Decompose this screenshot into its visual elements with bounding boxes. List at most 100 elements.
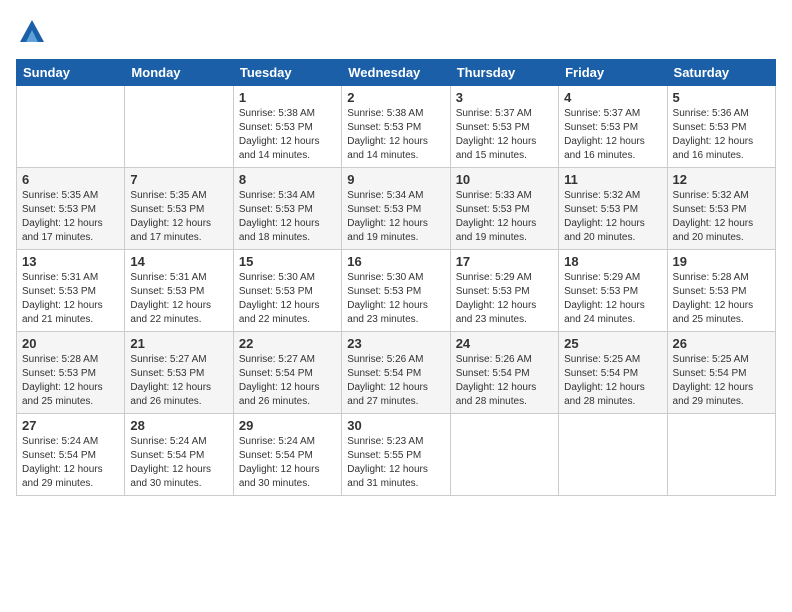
calendar-cell: 20 Sunrise: 5:28 AM Sunset: 5:53 PM Dayli… — [17, 332, 125, 414]
day-number: 21 — [130, 336, 227, 351]
weekday-header-saturday: Saturday — [667, 60, 775, 86]
calendar-week-row: 1 Sunrise: 5:38 AM Sunset: 5:53 PM Daylig… — [17, 86, 776, 168]
calendar-cell — [125, 86, 233, 168]
weekday-header-thursday: Thursday — [450, 60, 558, 86]
day-number: 29 — [239, 418, 336, 433]
day-info: Sunrise: 5:35 AM Sunset: 5:53 PM Dayligh… — [22, 189, 119, 245]
calendar-cell: 26 Sunrise: 5:25 AM Sunset: 5:54 PM Dayli… — [667, 332, 775, 414]
day-info: Sunrise: 5:31 AM Sunset: 5:53 PM Dayligh… — [22, 271, 119, 327]
day-info: Sunrise: 5:26 AM Sunset: 5:54 PM Dayligh… — [456, 353, 553, 409]
calendar-cell — [17, 86, 125, 168]
calendar-cell: 24 Sunrise: 5:26 AM Sunset: 5:54 PM Dayli… — [450, 332, 558, 414]
calendar-cell: 11 Sunrise: 5:32 AM Sunset: 5:53 PM Dayli… — [559, 168, 667, 250]
day-info: Sunrise: 5:27 AM Sunset: 5:54 PM Dayligh… — [239, 353, 336, 409]
calendar-cell: 27Sunrise: 5:24 AM Sunset: 5:54 PM Dayli… — [17, 414, 125, 496]
calendar-cell: 15Sunrise: 5:30 AM Sunset: 5:53 PM Dayli… — [233, 250, 341, 332]
day-number: 6 — [22, 172, 119, 187]
day-info: Sunrise: 5:37 AM Sunset: 5:53 PM Dayligh… — [564, 107, 661, 163]
logo — [16, 16, 46, 49]
weekday-header-wednesday: Wednesday — [342, 60, 450, 86]
logo-icon — [18, 16, 46, 44]
day-info: Sunrise: 5:25 AM Sunset: 5:54 PM Dayligh… — [673, 353, 770, 409]
day-number: 11 — [564, 172, 661, 187]
day-info: Sunrise: 5:23 AM Sunset: 5:55 PM Dayligh… — [347, 435, 444, 491]
calendar-header-row: SundayMondayTuesdayWednesdayThursdayFrid… — [17, 60, 776, 86]
day-info: Sunrise: 5:28 AM Sunset: 5:53 PM Dayligh… — [22, 353, 119, 409]
day-number: 10 — [456, 172, 553, 187]
day-number: 22 — [239, 336, 336, 351]
day-number: 2 — [347, 90, 444, 105]
calendar-week-row: 20 Sunrise: 5:28 AM Sunset: 5:53 PM Dayli… — [17, 332, 776, 414]
weekday-header-sunday: Sunday — [17, 60, 125, 86]
calendar-cell — [667, 414, 775, 496]
day-info: Sunrise: 5:34 AM Sunset: 5:53 PM Dayligh… — [239, 189, 336, 245]
day-number: 23 — [347, 336, 444, 351]
day-number: 14 — [130, 254, 227, 269]
day-number: 5 — [673, 90, 770, 105]
day-number: 15 — [239, 254, 336, 269]
calendar-cell: 7 Sunrise: 5:35 AM Sunset: 5:53 PM Daylig… — [125, 168, 233, 250]
day-info: Sunrise: 5:24 AM Sunset: 5:54 PM Dayligh… — [130, 435, 227, 491]
calendar-cell: 1 Sunrise: 5:38 AM Sunset: 5:53 PM Daylig… — [233, 86, 341, 168]
day-number: 19 — [673, 254, 770, 269]
day-number: 20 — [22, 336, 119, 351]
calendar-cell: 14 Sunrise: 5:31 AM Sunset: 5:53 PM Dayli… — [125, 250, 233, 332]
day-number: 8 — [239, 172, 336, 187]
calendar-cell: 3 Sunrise: 5:37 AM Sunset: 5:53 PM Daylig… — [450, 86, 558, 168]
calendar-cell — [559, 414, 667, 496]
calendar-cell: 4 Sunrise: 5:37 AM Sunset: 5:53 PM Daylig… — [559, 86, 667, 168]
calendar-cell: 23 Sunrise: 5:26 AM Sunset: 5:54 PM Dayli… — [342, 332, 450, 414]
day-number: 25 — [564, 336, 661, 351]
day-number: 30 — [347, 418, 444, 433]
calendar-cell: 2 Sunrise: 5:38 AM Sunset: 5:53 PM Daylig… — [342, 86, 450, 168]
day-number: 3 — [456, 90, 553, 105]
day-info: Sunrise: 5:33 AM Sunset: 5:53 PM Dayligh… — [456, 189, 553, 245]
calendar-cell: 6 Sunrise: 5:35 AM Sunset: 5:53 PM Daylig… — [17, 168, 125, 250]
day-info: Sunrise: 5:38 AM Sunset: 5:53 PM Dayligh… — [239, 107, 336, 163]
day-info: Sunrise: 5:26 AM Sunset: 5:54 PM Dayligh… — [347, 353, 444, 409]
day-info: Sunrise: 5:34 AM Sunset: 5:53 PM Dayligh… — [347, 189, 444, 245]
calendar-cell — [450, 414, 558, 496]
day-info: Sunrise: 5:29 AM Sunset: 5:53 PM Dayligh… — [456, 271, 553, 327]
calendar-cell: 10 Sunrise: 5:33 AM Sunset: 5:53 PM Dayli… — [450, 168, 558, 250]
calendar-cell: 12Sunrise: 5:32 AM Sunset: 5:53 PM Dayli… — [667, 168, 775, 250]
day-number: 16 — [347, 254, 444, 269]
calendar-cell: 22 Sunrise: 5:27 AM Sunset: 5:54 PM Dayli… — [233, 332, 341, 414]
calendar-cell: 30 Sunrise: 5:23 AM Sunset: 5:55 PM Dayli… — [342, 414, 450, 496]
calendar-cell: 16Sunrise: 5:30 AM Sunset: 5:53 PM Dayli… — [342, 250, 450, 332]
day-number: 24 — [456, 336, 553, 351]
day-info: Sunrise: 5:24 AM Sunset: 5:54 PM Dayligh… — [239, 435, 336, 491]
day-number: 1 — [239, 90, 336, 105]
calendar-cell: 21 Sunrise: 5:27 AM Sunset: 5:53 PM Dayli… — [125, 332, 233, 414]
calendar-cell: 5 Sunrise: 5:36 AM Sunset: 5:53 PM Daylig… — [667, 86, 775, 168]
calendar-cell: 19Sunrise: 5:28 AM Sunset: 5:53 PM Dayli… — [667, 250, 775, 332]
day-info: Sunrise: 5:25 AM Sunset: 5:54 PM Dayligh… — [564, 353, 661, 409]
calendar-table: SundayMondayTuesdayWednesdayThursdayFrid… — [16, 59, 776, 496]
calendar-cell: 13Sunrise: 5:31 AM Sunset: 5:53 PM Dayli… — [17, 250, 125, 332]
day-info: Sunrise: 5:29 AM Sunset: 5:53 PM Dayligh… — [564, 271, 661, 327]
day-number: 28 — [130, 418, 227, 433]
day-info: Sunrise: 5:37 AM Sunset: 5:53 PM Dayligh… — [456, 107, 553, 163]
day-info: Sunrise: 5:35 AM Sunset: 5:53 PM Dayligh… — [130, 189, 227, 245]
day-number: 18 — [564, 254, 661, 269]
logo-text — [16, 16, 46, 49]
day-info: Sunrise: 5:24 AM Sunset: 5:54 PM Dayligh… — [22, 435, 119, 491]
calendar-cell: 25 Sunrise: 5:25 AM Sunset: 5:54 PM Dayli… — [559, 332, 667, 414]
calendar-cell: 29 Sunrise: 5:24 AM Sunset: 5:54 PM Dayli… — [233, 414, 341, 496]
calendar-cell: 18 Sunrise: 5:29 AM Sunset: 5:53 PM Dayli… — [559, 250, 667, 332]
day-number: 9 — [347, 172, 444, 187]
calendar-cell: 17 Sunrise: 5:29 AM Sunset: 5:53 PM Dayli… — [450, 250, 558, 332]
day-info: Sunrise: 5:38 AM Sunset: 5:53 PM Dayligh… — [347, 107, 444, 163]
day-number: 17 — [456, 254, 553, 269]
day-info: Sunrise: 5:27 AM Sunset: 5:53 PM Dayligh… — [130, 353, 227, 409]
calendar-cell: 28 Sunrise: 5:24 AM Sunset: 5:54 PM Dayli… — [125, 414, 233, 496]
weekday-header-monday: Monday — [125, 60, 233, 86]
day-number: 7 — [130, 172, 227, 187]
day-info: Sunrise: 5:36 AM Sunset: 5:53 PM Dayligh… — [673, 107, 770, 163]
day-number: 4 — [564, 90, 661, 105]
day-info: Sunrise: 5:32 AM Sunset: 5:53 PM Dayligh… — [564, 189, 661, 245]
day-info: Sunrise: 5:31 AM Sunset: 5:53 PM Dayligh… — [130, 271, 227, 327]
day-number: 12 — [673, 172, 770, 187]
weekday-header-friday: Friday — [559, 60, 667, 86]
day-number: 26 — [673, 336, 770, 351]
